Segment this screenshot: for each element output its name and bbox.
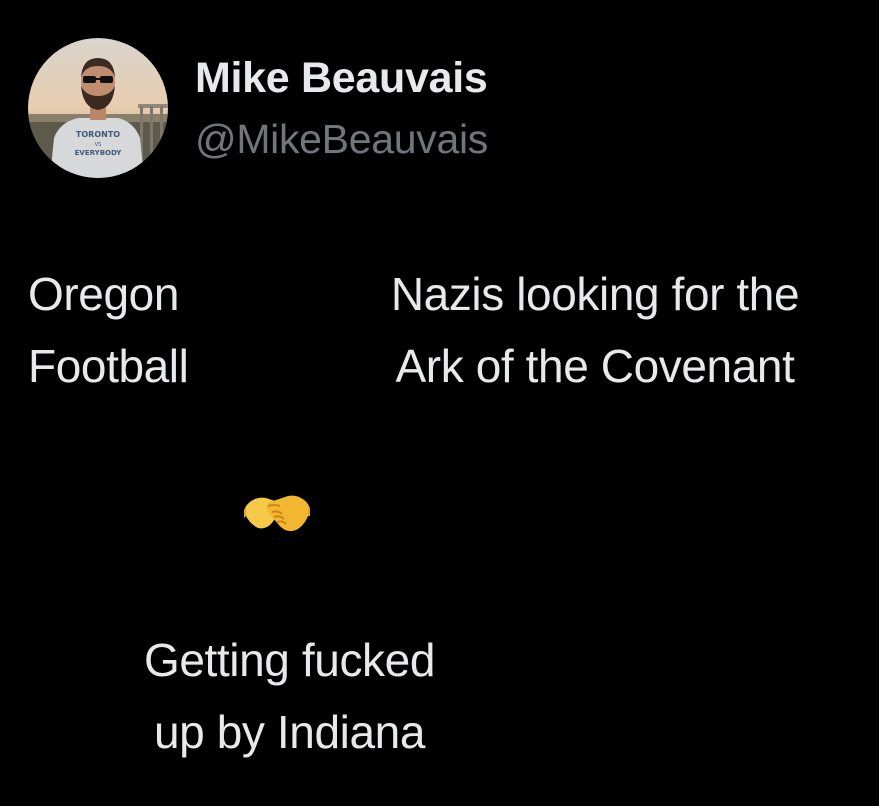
tweet-text-line: Oregon xyxy=(28,268,180,320)
user-handle[interactable]: @MikeBeauvais xyxy=(195,116,488,163)
tweet-text-left: Oregon Football xyxy=(28,258,189,402)
avatar[interactable]: TORONTO VS EVERYBODY xyxy=(28,38,168,178)
shirt-text-bottom: EVERYBODY xyxy=(75,149,123,157)
tweet-text-line: Getting fucked xyxy=(143,634,436,686)
tweet-text-right: Nazis looking for the Ark of the Covenan… xyxy=(350,258,840,402)
tweet-text-line: up by Indiana xyxy=(153,706,426,758)
tweet-text-line: Ark of the Covenant xyxy=(395,340,795,392)
tweet-text-line: Nazis looking for the xyxy=(390,268,800,320)
tweet-text-bottom: Getting fucked up by Indiana xyxy=(112,624,467,768)
tweet-text-line: Football xyxy=(28,340,189,392)
profile-photo-icon: TORONTO VS EVERYBODY xyxy=(28,38,168,178)
display-name[interactable]: Mike Beauvais xyxy=(195,54,488,103)
tweet-card[interactable]: TORONTO VS EVERYBODY Mike Beauvais @Mike… xyxy=(0,0,879,806)
handshake-emoji-icon xyxy=(244,486,310,540)
shirt-text-mid: VS xyxy=(95,142,102,148)
shirt-text-top: TORONTO xyxy=(76,130,120,139)
